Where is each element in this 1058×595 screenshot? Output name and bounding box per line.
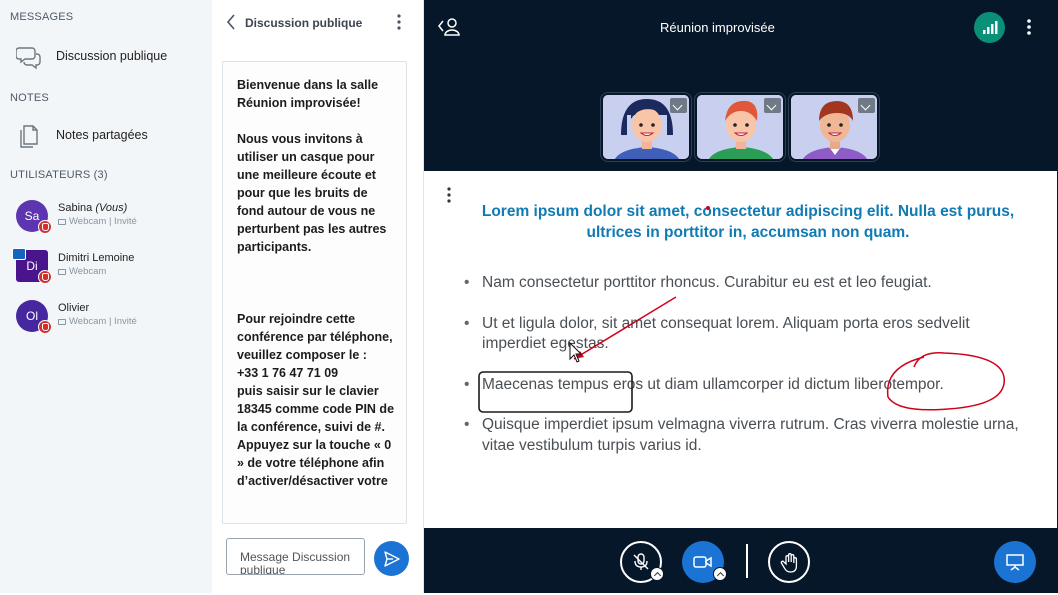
webcam-icon — [58, 218, 66, 225]
document-icon — [20, 125, 38, 148]
presenter-icon — [12, 248, 26, 260]
meeting-main: Réunion improvisée Lorem ipsum dolor sit… — [424, 0, 1058, 593]
user-list-toggle-icon[interactable] — [436, 16, 462, 38]
more-options-icon[interactable] — [1022, 16, 1036, 38]
webcam-tile[interactable] — [695, 93, 785, 161]
more-options-icon[interactable] — [442, 185, 456, 205]
speech-bubbles-icon — [16, 47, 41, 70]
tile-menu-button[interactable] — [858, 98, 875, 113]
users-heading: UTILISATEURS (3) — [10, 169, 108, 181]
tile-menu-button[interactable] — [670, 98, 687, 113]
user-status: Webcam | Invité — [58, 316, 137, 327]
slide-bullet: Nam consectetur porttitor rhoncus. Curab… — [464, 273, 1024, 294]
user-name: Dimitri Lemoine — [58, 252, 135, 264]
shared-notes-entry[interactable]: Notes partagées — [0, 117, 212, 153]
notes-heading: NOTES — [10, 92, 49, 104]
user-name: Olivier — [58, 302, 90, 314]
more-options-icon[interactable] — [392, 12, 406, 32]
raise-hand-button[interactable] — [768, 541, 810, 583]
microphone-off-icon — [633, 553, 649, 570]
send-button[interactable] — [374, 541, 409, 576]
microphone-muted-icon — [38, 320, 52, 334]
chat-title: Discussion publique — [245, 16, 363, 30]
signal-bars-icon — [983, 21, 998, 34]
slide-bullet-list: Nam consectetur porttitor rhoncus. Curab… — [464, 273, 1024, 476]
slide-bullet: Quisque imperdiet ipsum velmagna viverra… — [464, 415, 1024, 456]
webcam-icon — [58, 318, 66, 325]
user-row-sabina[interactable]: Sa Sabina (Vous) Webcam | Invité — [0, 198, 212, 244]
presentation-whiteboard[interactable]: Lorem ipsum dolor sit amet, consectetur … — [424, 171, 1057, 528]
messages-heading: MESSAGES — [10, 11, 74, 23]
public-chat-label: Discussion publique — [56, 49, 168, 63]
paper-plane-icon — [384, 551, 400, 567]
user-row-olivier[interactable]: Ol Olivier Webcam | Invité — [0, 298, 212, 344]
public-chat-entry[interactable]: Discussion publique — [0, 38, 212, 74]
slide-heading: Lorem ipsum dolor sit amet, consectetur … — [481, 203, 1015, 241]
microphone-muted-icon — [38, 220, 52, 234]
phone-instructions: Pour rejoindre cette conférence par télé… — [237, 312, 395, 488]
user-status: Webcam | Invité — [58, 216, 137, 227]
headset-advice: Nous vous invitons à utiliser un casque … — [237, 132, 387, 254]
message-input[interactable]: Message Discussion publique — [226, 538, 365, 575]
navigation-panel: MESSAGES Discussion publique NOTES Notes… — [0, 0, 212, 593]
user-status: Webcam — [58, 266, 106, 277]
presentation-screen-icon — [1006, 554, 1024, 571]
presentation-button[interactable] — [994, 541, 1036, 583]
slide-bullet: Ut et ligula dolor, sit amet consequat l… — [464, 314, 1024, 355]
tile-menu-button[interactable] — [764, 98, 781, 113]
user-row-dimitri[interactable]: Di Dimitri Lemoine Webcam — [0, 248, 212, 294]
slide-bullet: Maecenas tempus eros ut diam ullamcorper… — [464, 375, 1024, 396]
user-name: Sabina (Vous) — [58, 202, 128, 214]
toolbar-divider — [746, 544, 748, 578]
audio-settings-button[interactable] — [650, 567, 664, 581]
camera-settings-button[interactable] — [713, 567, 727, 581]
webcam-tile[interactable] — [789, 93, 879, 161]
webcam-tile[interactable] — [601, 93, 691, 161]
chat-panel: Discussion publique Bienvenue dans la sa… — [212, 0, 424, 593]
welcome-message: Bienvenue dans la salle Réunion improvis… — [237, 78, 379, 110]
chat-messages[interactable]: Bienvenue dans la salle Réunion improvis… — [222, 61, 407, 524]
connection-status-button[interactable] — [974, 12, 1005, 43]
raise-hand-icon — [780, 553, 798, 573]
chevron-left-icon[interactable] — [224, 12, 238, 32]
shared-notes-label: Notes partagées — [56, 128, 148, 142]
microphone-muted-icon — [38, 270, 52, 284]
webcam-icon — [58, 268, 66, 275]
video-camera-icon — [693, 556, 712, 568]
meeting-title: Réunion improvisée — [660, 20, 775, 35]
meeting-app: MESSAGES Discussion publique NOTES Notes… — [0, 0, 1058, 595]
